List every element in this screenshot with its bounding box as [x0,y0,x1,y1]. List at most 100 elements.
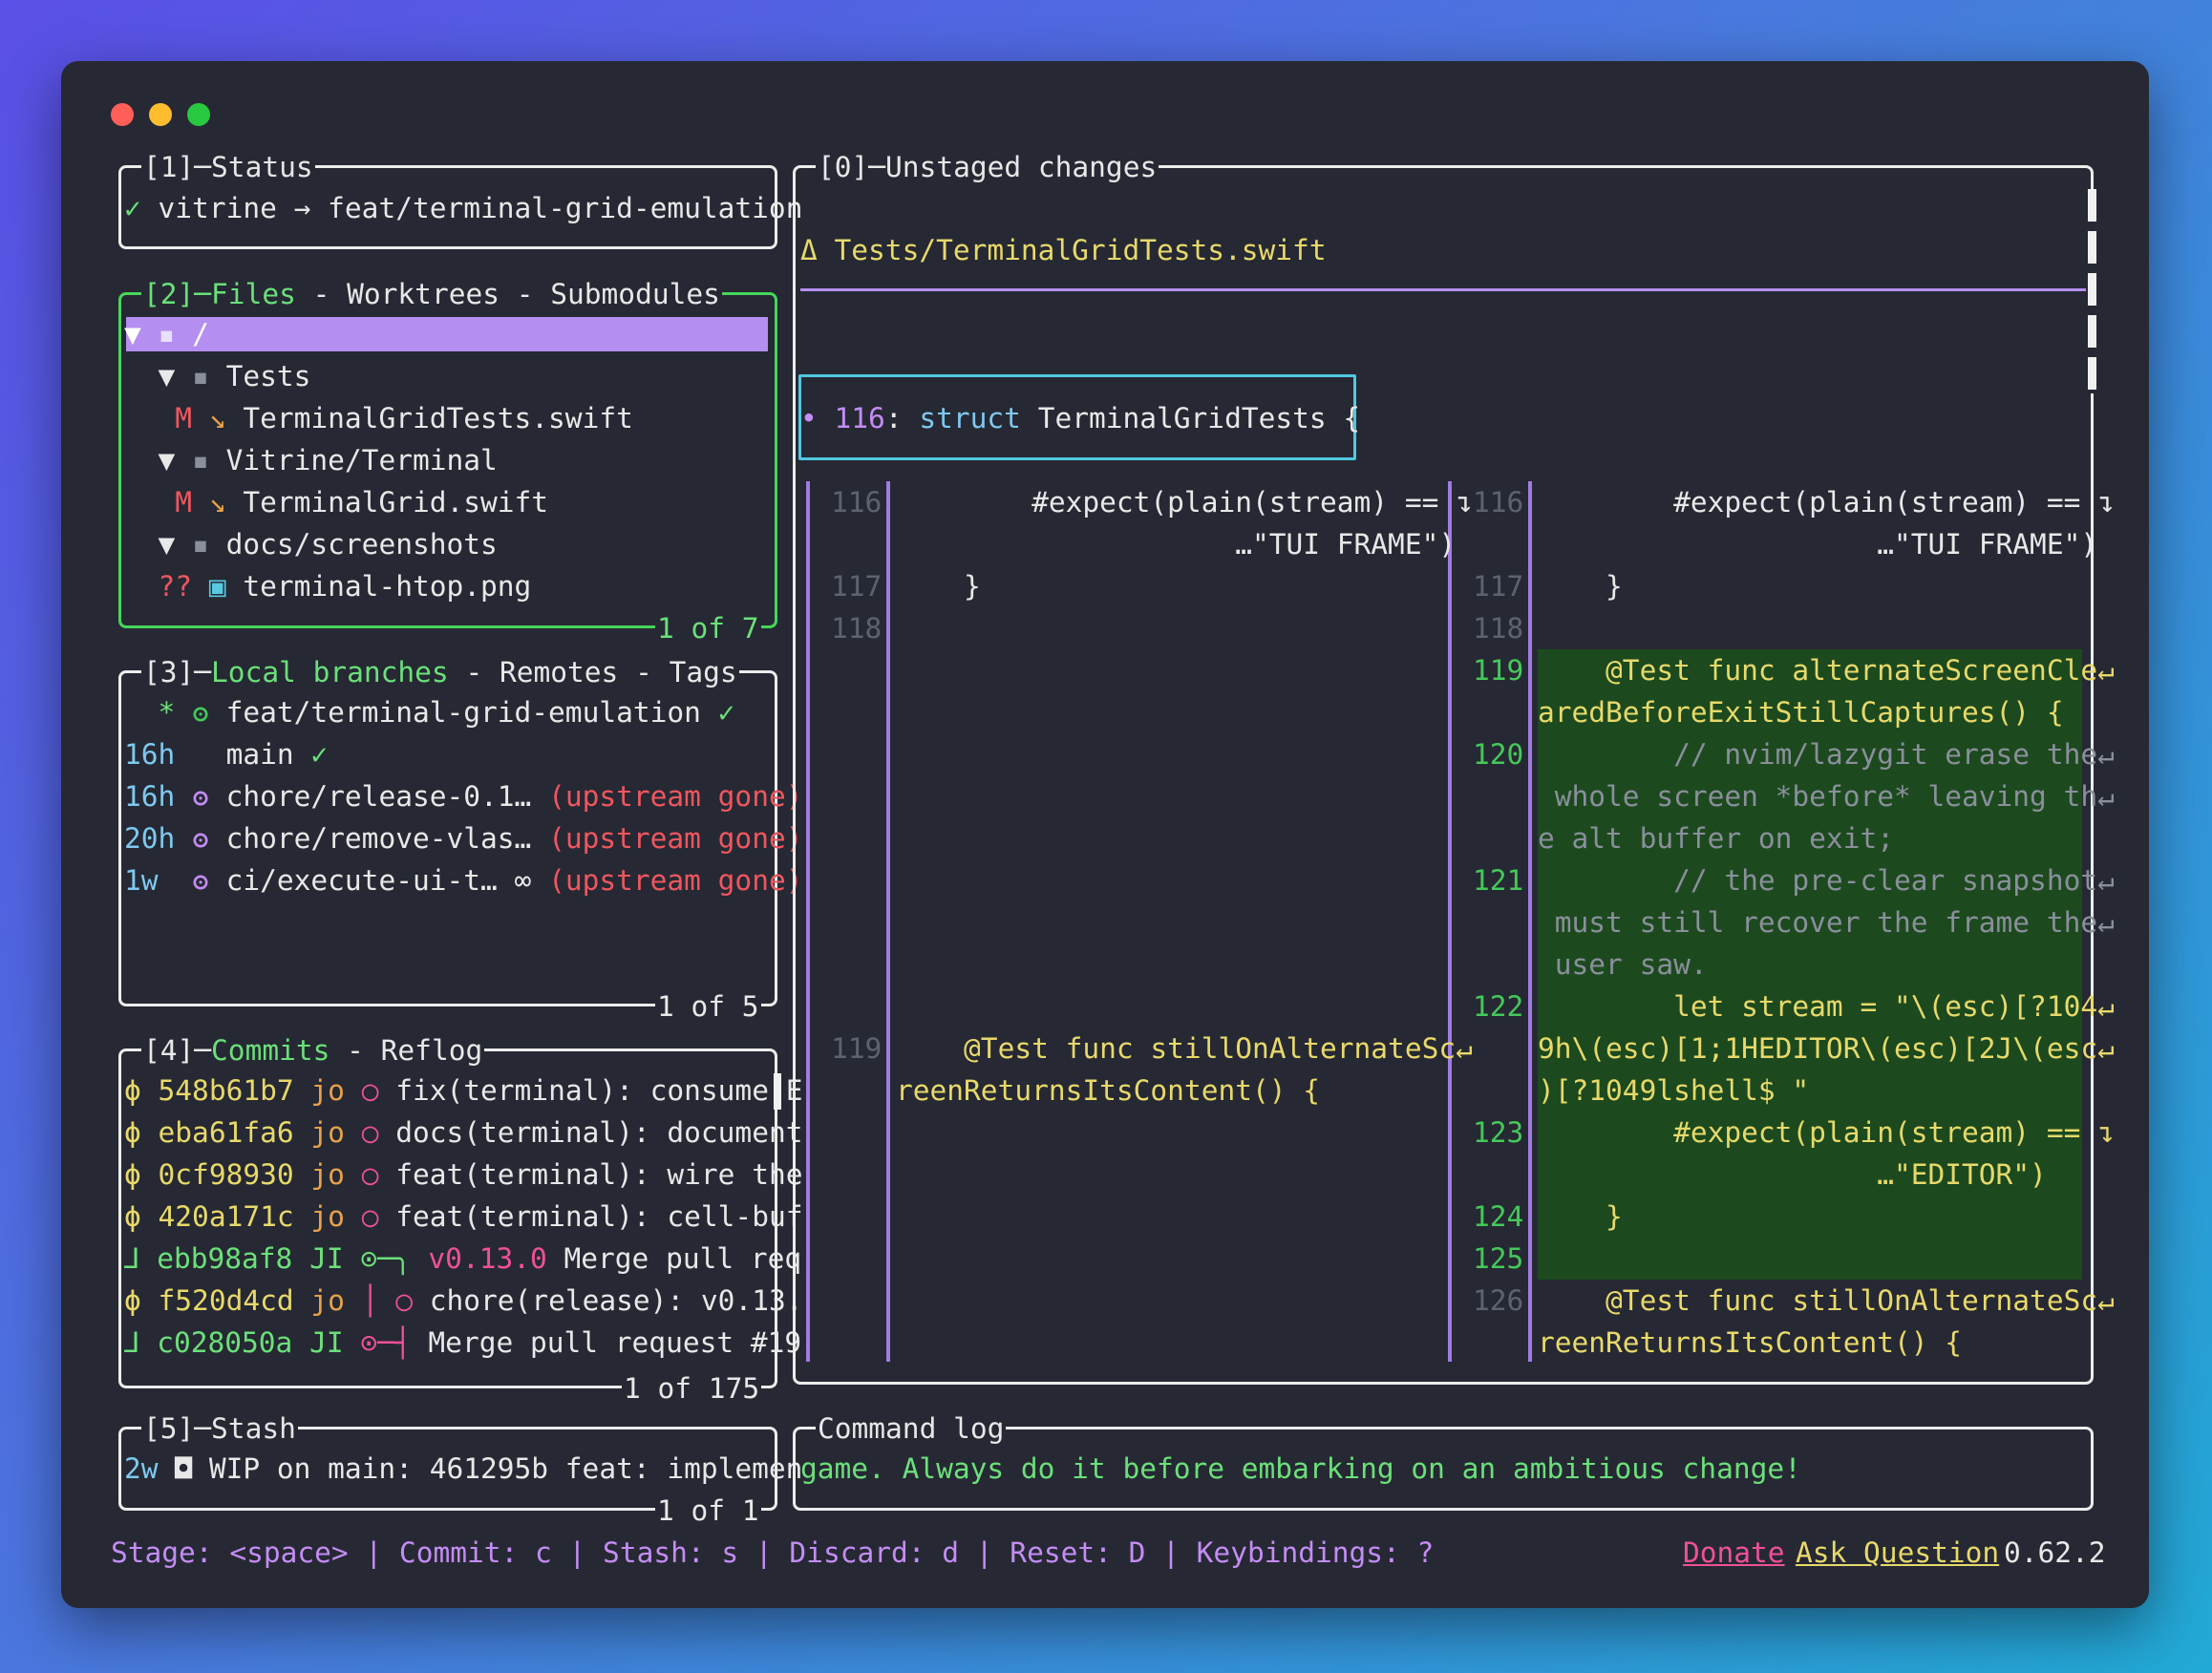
stash-counter: 1 of 1 [655,1493,761,1528]
tab-commits[interactable]: Commits [211,1034,330,1067]
commit-row[interactable]: ϕ 0cf98930 jo ○ feat(terminal): wire the [124,1154,802,1196]
swift-icon: ↘ [208,486,226,519]
command-log-title: Command log [816,1408,1007,1450]
zoom-window-button[interactable] [187,103,210,126]
branch-row[interactable]: 16h ʘ chore/release-0.1… (upstream gone) [124,775,802,817]
diff-line-text: …"TUI FRAME") [1538,528,2098,561]
gutter-bar [886,481,890,1362]
stash-row[interactable]: 2w ◘ WIP on main: 461295b feat: implemen [124,1448,802,1490]
tab-worktrees-submodules[interactable]: - Worktrees - Submodules [296,278,720,310]
diff-line-text: reenReturnsItsContent() { [896,1074,1321,1107]
branch-icon: ʘ [192,822,209,855]
folder-icon: ▪ [192,444,209,476]
commit-row[interactable]: ϕ 548b61b7 jo ○ fix(terminal): consume E [124,1069,802,1112]
swift-icon: ↘ [208,402,226,434]
branch-row[interactable]: * ʘ feat/terminal-grid-emulation ✓ [124,691,735,733]
merge-icon: ⅃ [124,1326,140,1359]
link-icon: ∞ [514,864,532,897]
branch-icon: ʘ [192,864,209,897]
stash-panel-title: [5]─Stash [141,1408,298,1450]
commit-icon: ϕ [124,1284,141,1317]
diff-line-text: } [1538,1200,1623,1233]
commit-row[interactable]: ⅃ ebb98af8 JI ⊙─╮ v0.13.0 Merge pull req [124,1238,801,1280]
diff-line-text: let stream = "\(esc)[?104↵ [1538,990,2115,1023]
line-number: 122 [1473,990,1524,1023]
diff-line-text: aredBeforeExitStillCaptures() { [1538,696,2064,729]
arrow-icon: → [293,192,311,224]
commit-row[interactable]: ⅃ c028050a JI ⊙─┤ Merge pull request #19 [124,1322,801,1364]
file-status: M [175,402,193,434]
donate-link[interactable]: Donate [1683,1532,1785,1574]
branches-counter: 1 of 5 [655,989,761,1024]
diff-line-text: user saw. [1538,948,1708,981]
expand-icon[interactable]: ▼ [159,360,176,392]
file-tree-row[interactable]: ▼ ▪ docs/screenshots [124,523,498,565]
branches-panel-title: [3]─Local branches - Remotes - Tags [141,651,739,693]
stash-icon: ◘ [175,1452,193,1485]
file-tree-row[interactable]: ▼ ▪ Tests [124,355,311,397]
branch-row[interactable]: 1w ʘ ci/execute-ui-t… ∞ (upstream gone) [124,859,802,901]
tab-local-branches[interactable]: Local branches [211,656,449,688]
diff-file-header: Δ Tests/TerminalGridTests.swift [800,234,1327,266]
status-line[interactable]: ✓ vitrine → feat/terminal-grid-emulation [124,187,802,229]
diff-line-text: #expect(plain(stream) == ↴ [896,486,1473,519]
gutter-bar [1528,481,1532,1362]
selected-row-highlight [126,317,768,351]
diff-line-text: // nvim/lazygit erase the↵ [1538,738,2115,771]
keybinding-hints: Stage: <space> | Commit: c | Stash: s | … [111,1536,1435,1569]
files-panel-title: [2]─Files - Worktrees - Submodules [141,273,722,315]
expand-icon[interactable]: ▼ [159,528,176,561]
diff-line-text: } [896,570,981,603]
close-window-button[interactable] [111,103,134,126]
commit-row[interactable]: ϕ f520d4cd jo │ ○ chore(release): v0.13. [124,1280,802,1322]
divider [800,288,2086,291]
diff-line-text: #expect(plain(stream) == ↴ [1538,1116,2115,1149]
tab-reflog[interactable]: - Reflog [330,1034,482,1067]
commit-row[interactable]: ϕ eba61fa6 jo ○ docs(terminal): document [124,1112,802,1154]
file-tree-row[interactable]: M ↘ TerminalGrid.swift [124,481,548,523]
line-number: 124 [1473,1200,1524,1233]
diff-line-text: …"EDITOR") [1538,1158,2047,1191]
file-tree-row[interactable]: M ↘ TerminalGridTests.swift [124,397,633,439]
line-number: 123 [1473,1116,1524,1149]
diff-line-text: } [1538,570,1623,603]
image-file-icon: ▣ [208,570,226,603]
line-number: 125 [1473,1242,1524,1275]
expand-icon[interactable]: ▼ [159,444,176,476]
diff-scrollbar[interactable] [2088,189,2096,393]
folder-icon: ▪ [158,318,176,350]
branch-row[interactable]: 16h main ✓ [124,733,328,775]
commit-icon: ϕ [124,1116,141,1149]
line-number: 121 [1473,864,1524,897]
commit-row[interactable]: ϕ 420a171c jo ○ feat(terminal): cell-buf [124,1196,802,1238]
branch-row[interactable]: 20h ʘ chore/remove-vlas… (upstream gone) [124,817,802,859]
tab-remotes-tags[interactable]: - Remotes - Tags [449,656,736,688]
tag-label: v0.13.0 [428,1242,547,1275]
diff-line-text: )[?1049lshell$ " [1538,1074,1810,1107]
version-label: 0.62.2 [2004,1536,2106,1569]
folder-icon: ▪ [192,528,209,561]
folder-icon: ▪ [192,360,209,392]
commits-counter: 1 of 175 [622,1371,762,1406]
file-tree-row[interactable]: ▼ ▪ / [124,313,209,355]
line-number: 117 [1473,570,1524,603]
ask-question-link[interactable]: Ask Question [1796,1532,1999,1574]
diff-line-text: @Test func stillOnAlternateSc↵ [1538,1284,2115,1317]
status-panel-title: [1]─Status [141,146,315,188]
file-tree-row[interactable]: ?? ▣ terminal-htop.png [124,565,532,607]
line-number: 119 [1473,654,1524,687]
commit-icon: ϕ [124,1158,141,1191]
diff-line-text: whole screen *before* leaving th↵ [1538,780,2115,813]
minimize-window-button[interactable] [149,103,172,126]
file-tree-row[interactable]: ▼ ▪ Vitrine/Terminal [124,439,498,481]
diff-line-text: must still recover the frame the↵ [1538,906,2115,939]
file-status: M [175,486,193,519]
line-number: 120 [1473,738,1524,771]
tab-files[interactable]: Files [211,278,296,310]
line-number: 119 [831,1032,883,1065]
files-counter: 1 of 7 [655,611,761,646]
expand-icon[interactable]: ▼ [124,318,141,350]
diff-line-text: @Test func stillOnAlternateSc↵ [896,1032,1473,1065]
line-number: 118 [1473,612,1524,645]
commit-icon: ϕ [124,1074,141,1107]
